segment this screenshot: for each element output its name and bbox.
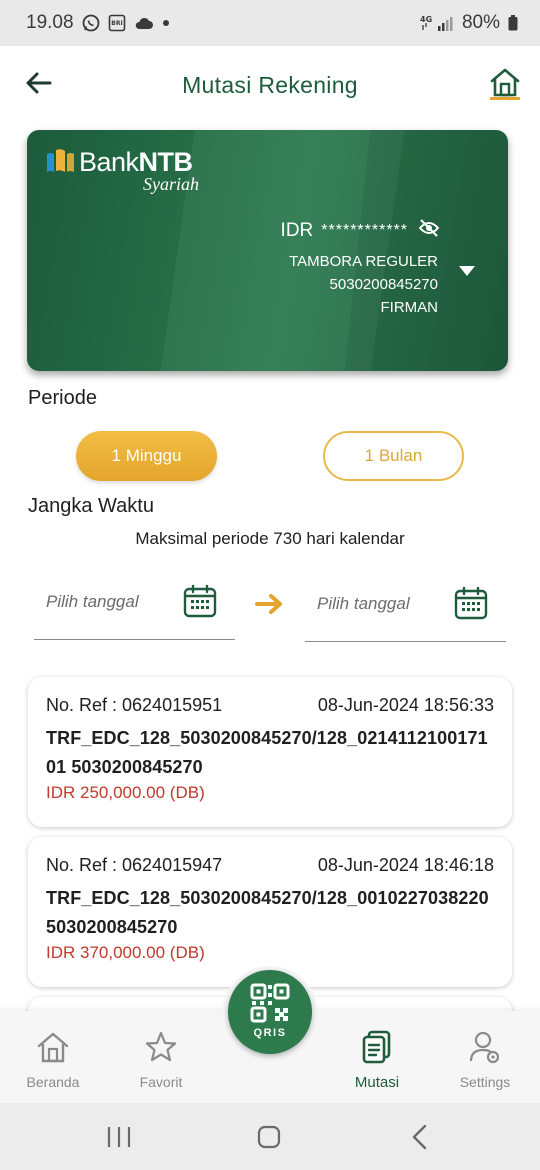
qris-button[interactable]: QRIS: [228, 970, 312, 1054]
battery-icon: [508, 15, 518, 31]
end-date-field[interactable]: Pilih tanggal: [305, 582, 506, 642]
nav-label: Mutasi: [354, 1074, 400, 1091]
mutasi-rekening-screen: 19.08 BRI 4G 80% Mutasi Rekening BankNTB…: [0, 0, 540, 1170]
page-title: Mutasi Rekening: [182, 72, 358, 98]
periode-1-minggu-button[interactable]: 1 Minggu: [76, 431, 217, 481]
nav-label: Settings: [459, 1074, 511, 1090]
notification-dot-icon: [162, 19, 170, 27]
periode-1-bulan-button[interactable]: 1 Bulan: [323, 431, 464, 481]
eye-off-icon[interactable]: [418, 218, 440, 238]
system-nav-bar: [0, 1103, 540, 1170]
account-card[interactable]: BankNTB Syariah IDR ************ TAMBORA…: [27, 130, 508, 371]
transaction-amount: IDR 250,000.00 (DB): [46, 783, 205, 802]
bank-logo: BankNTB: [45, 148, 193, 176]
account-holder: FIRMAN: [380, 299, 439, 316]
status-time: 19.08: [26, 12, 74, 33]
transaction-ref: No. Ref : 0624015947: [46, 855, 223, 875]
nav-item-favorit[interactable]: Favorit: [111, 1011, 211, 1103]
periode-label: Periode: [28, 387, 97, 409]
max-period-note: Maksimal periode 730 hari kalendar: [135, 529, 405, 548]
account-info: TAMBORA REGULER 5030200845270 FIRMAN: [289, 250, 438, 319]
transaction-card[interactable]: No. Ref : 0624015947 08-Jun-2024 18:46:1…: [28, 837, 512, 987]
status-bar: 19.08 BRI 4G 80%: [0, 0, 540, 46]
qr-code-icon: [250, 983, 290, 1023]
end-date-placeholder: Pilih tanggal: [317, 594, 410, 613]
balance-row: IDR ************: [281, 220, 408, 242]
network-signal-icon: 4G: [420, 14, 454, 32]
bank-sub-name: Syariah: [143, 174, 199, 194]
star-icon: [145, 1031, 177, 1062]
account-number: 5030200845270: [329, 276, 438, 293]
user-settings-icon: [469, 1031, 500, 1064]
nav-label: Favorit: [139, 1074, 183, 1090]
qris-label: QRIS: [253, 1027, 287, 1039]
battery-percent: 80%: [461, 12, 500, 33]
bank-name-bold: NTB: [138, 147, 194, 177]
system-home-icon[interactable]: [254, 1123, 284, 1151]
cloud-icon: [134, 15, 154, 31]
nav-item-settings[interactable]: Settings: [435, 1011, 535, 1103]
chevron-down-icon[interactable]: [458, 264, 476, 276]
nav-item-beranda[interactable]: Beranda: [3, 1011, 103, 1103]
start-date-field[interactable]: Pilih tanggal: [34, 580, 235, 640]
whatsapp-icon: [82, 14, 100, 32]
calendar-icon[interactable]: [183, 584, 217, 618]
arrow-right-icon: [255, 594, 282, 614]
home-icon[interactable]: [488, 66, 522, 102]
recent-apps-icon[interactable]: [104, 1123, 134, 1151]
home-icon: [37, 1032, 69, 1063]
balance-masked: ************: [321, 222, 408, 239]
app-header: Mutasi Rekening: [0, 46, 540, 126]
transaction-card[interactable]: No. Ref : 0624015951 08-Jun-2024 18:56:3…: [28, 677, 512, 827]
transaction-datetime: 08-Jun-2024 18:46:18: [317, 855, 494, 875]
start-date-placeholder: Pilih tanggal: [46, 592, 139, 611]
bri-app-icon: BRI: [108, 14, 126, 32]
jangka-waktu-label: Jangka Waktu: [28, 495, 154, 517]
nav-label: Beranda: [26, 1074, 80, 1090]
transaction-datetime: 08-Jun-2024 18:56:33: [317, 695, 494, 715]
system-back-icon[interactable]: [406, 1123, 436, 1151]
calendar-icon[interactable]: [454, 586, 488, 620]
nav-item-mutasi[interactable]: Mutasi: [327, 1011, 427, 1103]
transaction-description: TRF_EDC_128_5030200845270/128_0010227038…: [46, 888, 489, 937]
transaction-ref: No. Ref : 0624015951: [46, 695, 223, 715]
bank-name-light: Bank: [79, 147, 139, 177]
balance-currency: IDR: [280, 220, 314, 241]
account-type: TAMBORA REGULER: [289, 253, 438, 270]
bank-logo-mark-icon: [47, 149, 74, 172]
transaction-amount: IDR 370,000.00 (DB): [46, 943, 205, 962]
document-icon: [362, 1030, 391, 1064]
transaction-description: TRF_EDC_128_5030200845270/128_0214112100…: [46, 728, 488, 777]
svg-text:BRI: BRI: [111, 20, 122, 27]
network-type-label: 4G: [420, 15, 432, 24]
